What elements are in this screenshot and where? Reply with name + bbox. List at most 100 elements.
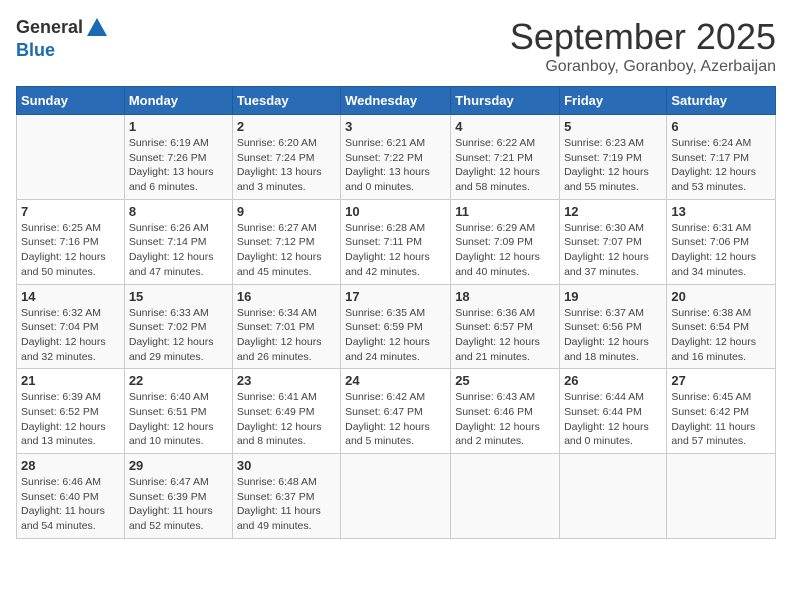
day-cell: 17 Sunrise: 6:35 AM Sunset: 6:59 PM Dayli… [341, 284, 451, 369]
day-cell: 19 Sunrise: 6:37 AM Sunset: 6:56 PM Dayli… [560, 284, 667, 369]
day-cell: 30 Sunrise: 6:48 AM Sunset: 6:37 PM Dayli… [232, 454, 340, 539]
day-info: Sunrise: 6:29 AM Sunset: 7:09 PM Dayligh… [455, 221, 555, 280]
day-cell: 26 Sunrise: 6:44 AM Sunset: 6:44 PM Dayli… [560, 369, 667, 454]
day-info: Sunrise: 6:34 AM Sunset: 7:01 PM Dayligh… [237, 306, 336, 365]
day-info: Sunrise: 6:35 AM Sunset: 6:59 PM Dayligh… [345, 306, 446, 365]
day-number: 27 [671, 373, 771, 388]
day-info: Sunrise: 6:38 AM Sunset: 6:54 PM Dayligh… [671, 306, 771, 365]
day-cell: 23Sunrise: 6:41 AM Sunset: 6:49 PM Dayli… [232, 369, 340, 454]
day-number: 2 [237, 119, 336, 134]
day-number: 12 [564, 204, 662, 219]
logo-general: General [16, 17, 83, 37]
logo-icon [85, 16, 109, 40]
day-number: 24 [345, 373, 446, 388]
day-info: Sunrise: 6:44 AM Sunset: 6:44 PM Dayligh… [564, 390, 662, 449]
day-cell [667, 454, 776, 539]
day-cell: 22 Sunrise: 6:40 AM Sunset: 6:51 PM Dayli… [124, 369, 232, 454]
day-cell: 16 Sunrise: 6:34 AM Sunset: 7:01 PM Dayli… [232, 284, 340, 369]
day-info: Sunrise: 6:40 AM Sunset: 6:51 PM Dayligh… [129, 390, 228, 449]
day-cell: 29Sunrise: 6:47 AM Sunset: 6:39 PM Dayli… [124, 454, 232, 539]
day-number: 5 [564, 119, 662, 134]
calendar-table: SundayMondayTuesdayWednesdayThursdayFrid… [16, 86, 776, 539]
day-info: Sunrise: 6:24 AM Sunset: 7:17 PM Dayligh… [671, 136, 771, 195]
day-info: Sunrise: 6:46 AM Sunset: 6:40 PM Dayligh… [21, 475, 120, 534]
day-cell [341, 454, 451, 539]
day-info: Sunrise: 6:42 AM Sunset: 6:47 PM Dayligh… [345, 390, 446, 449]
day-cell: 21Sunrise: 6:39 AM Sunset: 6:52 PM Dayli… [17, 369, 125, 454]
day-number: 29 [129, 458, 228, 473]
day-number: 8 [129, 204, 228, 219]
day-number: 21 [21, 373, 120, 388]
day-cell: 25 Sunrise: 6:43 AM Sunset: 6:46 PM Dayli… [451, 369, 560, 454]
week-row-4: 21Sunrise: 6:39 AM Sunset: 6:52 PM Dayli… [17, 369, 776, 454]
day-cell: 7Sunrise: 6:25 AM Sunset: 7:16 PM Daylig… [17, 199, 125, 284]
day-number: 1 [129, 119, 228, 134]
day-info: Sunrise: 6:22 AM Sunset: 7:21 PM Dayligh… [455, 136, 555, 195]
day-cell: 3Sunrise: 6:21 AM Sunset: 7:22 PM Daylig… [341, 115, 451, 200]
day-info: Sunrise: 6:28 AM Sunset: 7:11 PM Dayligh… [345, 221, 446, 280]
day-info: Sunrise: 6:23 AM Sunset: 7:19 PM Dayligh… [564, 136, 662, 195]
day-number: 13 [671, 204, 771, 219]
day-info: Sunrise: 6:43 AM Sunset: 6:46 PM Dayligh… [455, 390, 555, 449]
day-cell: 28 Sunrise: 6:46 AM Sunset: 6:40 PM Dayli… [17, 454, 125, 539]
location-subtitle: Goranboy, Goranboy, Azerbaijan [510, 58, 776, 76]
day-cell: 13 Sunrise: 6:31 AM Sunset: 7:06 PM Dayli… [667, 199, 776, 284]
header-cell-tuesday: Tuesday [232, 87, 340, 115]
week-row-2: 7Sunrise: 6:25 AM Sunset: 7:16 PM Daylig… [17, 199, 776, 284]
day-number: 4 [455, 119, 555, 134]
day-cell: 6 Sunrise: 6:24 AM Sunset: 7:17 PM Daylig… [667, 115, 776, 200]
day-cell: 20 Sunrise: 6:38 AM Sunset: 6:54 PM Dayli… [667, 284, 776, 369]
day-cell: 11 Sunrise: 6:29 AM Sunset: 7:09 PM Dayli… [451, 199, 560, 284]
day-cell: 12 Sunrise: 6:30 AM Sunset: 7:07 PM Dayli… [560, 199, 667, 284]
day-info: Sunrise: 6:37 AM Sunset: 6:56 PM Dayligh… [564, 306, 662, 365]
day-number: 19 [564, 289, 662, 304]
day-info: Sunrise: 6:45 AM Sunset: 6:42 PM Dayligh… [671, 390, 771, 449]
day-number: 11 [455, 204, 555, 219]
day-info: Sunrise: 6:20 AM Sunset: 7:24 PM Dayligh… [237, 136, 336, 195]
day-cell: 10 Sunrise: 6:28 AM Sunset: 7:11 PM Dayli… [341, 199, 451, 284]
page-header: General Blue September 2025 Goranboy, Go… [16, 16, 776, 76]
day-number: 25 [455, 373, 555, 388]
day-number: 18 [455, 289, 555, 304]
day-cell [560, 454, 667, 539]
header-cell-friday: Friday [560, 87, 667, 115]
day-number: 7 [21, 204, 120, 219]
day-cell: 8Sunrise: 6:26 AM Sunset: 7:14 PM Daylig… [124, 199, 232, 284]
header-cell-saturday: Saturday [667, 87, 776, 115]
day-number: 14 [21, 289, 120, 304]
day-number: 28 [21, 458, 120, 473]
day-number: 30 [237, 458, 336, 473]
day-info: Sunrise: 6:31 AM Sunset: 7:06 PM Dayligh… [671, 221, 771, 280]
month-title: September 2025 [510, 16, 776, 58]
header-cell-thursday: Thursday [451, 87, 560, 115]
day-number: 23 [237, 373, 336, 388]
day-cell: 9Sunrise: 6:27 AM Sunset: 7:12 PM Daylig… [232, 199, 340, 284]
day-info: Sunrise: 6:30 AM Sunset: 7:07 PM Dayligh… [564, 221, 662, 280]
day-cell: 4 Sunrise: 6:22 AM Sunset: 7:21 PM Daylig… [451, 115, 560, 200]
day-cell: 24 Sunrise: 6:42 AM Sunset: 6:47 PM Dayli… [341, 369, 451, 454]
day-info: Sunrise: 6:19 AM Sunset: 7:26 PM Dayligh… [129, 136, 228, 195]
week-row-1: 1 Sunrise: 6:19 AM Sunset: 7:26 PM Daylig… [17, 115, 776, 200]
header-cell-wednesday: Wednesday [341, 87, 451, 115]
day-cell: 18 Sunrise: 6:36 AM Sunset: 6:57 PM Dayli… [451, 284, 560, 369]
day-number: 6 [671, 119, 771, 134]
day-number: 16 [237, 289, 336, 304]
day-cell [17, 115, 125, 200]
day-info: Sunrise: 6:27 AM Sunset: 7:12 PM Dayligh… [237, 221, 336, 280]
day-number: 26 [564, 373, 662, 388]
day-number: 20 [671, 289, 771, 304]
day-info: Sunrise: 6:36 AM Sunset: 6:57 PM Dayligh… [455, 306, 555, 365]
header-cell-monday: Monday [124, 87, 232, 115]
day-number: 10 [345, 204, 446, 219]
day-cell: 5 Sunrise: 6:23 AM Sunset: 7:19 PM Daylig… [560, 115, 667, 200]
header-cell-sunday: Sunday [17, 87, 125, 115]
day-number: 17 [345, 289, 446, 304]
logo: General Blue [16, 16, 109, 62]
day-cell: 14Sunrise: 6:32 AM Sunset: 7:04 PM Dayli… [17, 284, 125, 369]
day-number: 22 [129, 373, 228, 388]
day-info: Sunrise: 6:48 AM Sunset: 6:37 PM Dayligh… [237, 475, 336, 534]
day-cell: 27 Sunrise: 6:45 AM Sunset: 6:42 PM Dayli… [667, 369, 776, 454]
day-cell: 2 Sunrise: 6:20 AM Sunset: 7:24 PM Daylig… [232, 115, 340, 200]
day-cell [451, 454, 560, 539]
week-row-5: 28 Sunrise: 6:46 AM Sunset: 6:40 PM Dayli… [17, 454, 776, 539]
